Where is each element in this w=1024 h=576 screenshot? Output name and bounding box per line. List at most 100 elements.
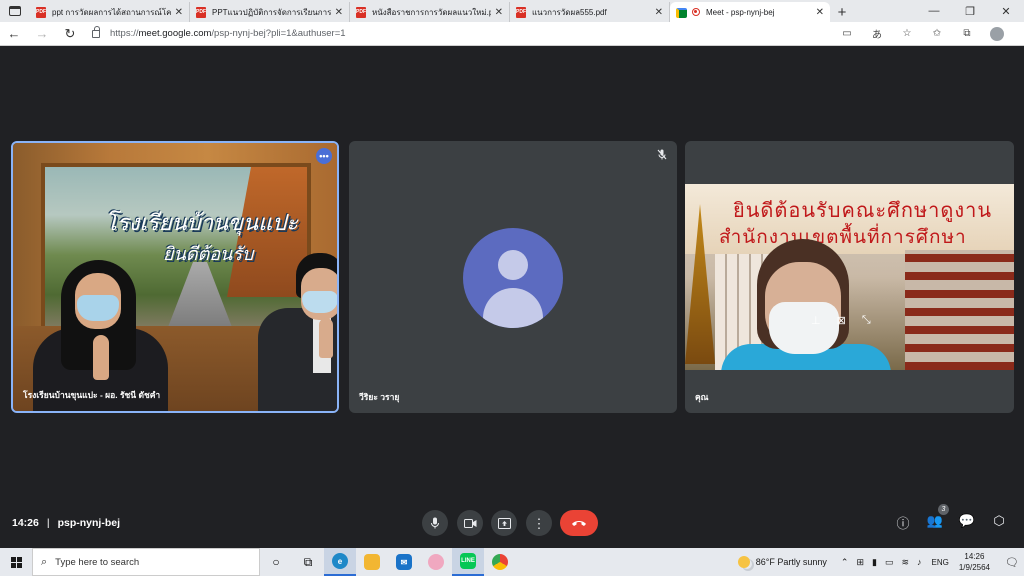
- browser-tab-active[interactable]: Meet - psp-nynj-bej ✕: [670, 2, 830, 22]
- participant-count-badge: 3: [938, 504, 949, 515]
- microphone-button[interactable]: [422, 510, 448, 536]
- close-icon[interactable]: ✕: [335, 7, 343, 18]
- avatar-shoulders: [483, 288, 543, 328]
- collections-icon[interactable]: ⧉: [952, 28, 982, 39]
- participant-tile[interactable]: วีริยะ วรายุ: [349, 141, 677, 413]
- volume-icon[interactable]: ♪: [917, 557, 922, 568]
- url-path: /psp-nynj-bej?pli=1&authuser=1: [211, 28, 346, 39]
- clock-time: 14:26: [964, 552, 985, 561]
- mail-logo: ✉: [396, 554, 412, 570]
- tab-title: แนวการวัดผล555.pdf: [532, 7, 607, 17]
- address-bar: ← → ↻ https://meet.google.com/psp-nynj-b…: [0, 22, 1024, 46]
- browser-tab[interactable]: PDF หนังสือราชการการวัดผลแนวใหม่.pdf ✕: [350, 2, 510, 22]
- avatar: [463, 228, 563, 328]
- participant-name: คุณ: [695, 392, 709, 402]
- mail-icon[interactable]: ✉: [388, 548, 420, 576]
- more-options-button[interactable]: ⋮: [526, 510, 552, 536]
- sign-text: ยินดีต้อนรับ: [163, 244, 254, 265]
- search-icon: ⌕: [41, 555, 48, 568]
- task-view-icon[interactable]: ⧉: [292, 548, 324, 576]
- browser-tab[interactable]: PDF PPTแนวปฏิบัติการจัดการเรียนการสอน ✕: [190, 2, 350, 22]
- close-window-icon[interactable]: ✕: [988, 0, 1024, 22]
- banner-text: สำนักงานเขตพื้นที่การศึกษา: [719, 226, 967, 248]
- sign-road: [165, 262, 235, 335]
- browser-tab[interactable]: PDF แนวการวัดผล555.pdf ✕: [510, 2, 670, 22]
- tab-title: หนังสือราชการการวัดผลแนวใหม่.pdf: [372, 7, 491, 17]
- translate-icon[interactable]: あ: [862, 26, 892, 41]
- wifi-icon[interactable]: ≋: [901, 557, 909, 568]
- lock-icon[interactable]: [92, 25, 100, 38]
- frame-icon[interactable]: ⊠: [837, 314, 846, 327]
- reload-icon[interactable]: ↻: [56, 22, 84, 46]
- tab-title: Meet - psp-nynj-bej: [706, 7, 775, 17]
- meeting-time: 14:26: [12, 517, 39, 529]
- line-app-icon[interactable]: LINE: [452, 548, 484, 576]
- cortana-icon[interactable]: ○: [260, 548, 292, 576]
- pin-icon[interactable]: ⊥: [811, 314, 821, 327]
- activities-icon[interactable]: ⬡: [990, 513, 1008, 532]
- meeting-details-icon[interactable]: ⓘ: [894, 513, 912, 532]
- close-icon[interactable]: ✕: [495, 7, 503, 18]
- battery-icon[interactable]: ▭: [885, 557, 894, 568]
- favorite-star-icon[interactable]: ☆: [892, 28, 922, 39]
- language-indicator[interactable]: ENG: [932, 558, 949, 567]
- taskbar-clock[interactable]: 14:26 1/9/2564: [959, 551, 990, 573]
- close-icon[interactable]: ✕: [816, 7, 824, 18]
- back-icon[interactable]: ←: [0, 22, 28, 46]
- browser-tab[interactable]: PDF ppt การวัดผลการได้สถานการณ์โควิด ✕: [30, 2, 190, 22]
- tab-actions-icon[interactable]: [0, 0, 30, 22]
- more-options-button[interactable]: •••: [316, 148, 332, 164]
- toolbar-actions: ▭ あ ☆ ✩ ⧉: [832, 26, 1004, 41]
- recording-icon: [692, 8, 700, 16]
- meeting-controls-bar: 14:26 | psp-nynj-bej ⋮ ⓘ 👥 3 💬 ⬡: [0, 502, 1024, 546]
- minimize-icon[interactable]: —: [916, 0, 952, 22]
- chrome-logo: [492, 554, 508, 570]
- search-placeholder: Type here to search: [55, 556, 140, 568]
- file-explorer-icon[interactable]: [356, 548, 388, 576]
- camera-button[interactable]: [457, 510, 483, 536]
- system-tray: 86°F Partly sunny ⌃ ⊞ ▮ ▭ ≋ ♪ ENG 14:26 …: [737, 548, 1024, 576]
- minimize-tile-icon[interactable]: ⤡: [862, 314, 871, 327]
- edge-browser-icon[interactable]: e: [324, 548, 356, 576]
- self-video: ยินดีต้อนรับคณะศึกษาดูงาน สำนักงานเขตพื้…: [685, 184, 1014, 370]
- close-icon[interactable]: ✕: [175, 7, 183, 18]
- camera-icon[interactable]: ▭: [832, 28, 862, 39]
- present-button[interactable]: [491, 510, 517, 536]
- profile-avatar[interactable]: [990, 26, 1004, 41]
- windows-start-icon[interactable]: [0, 548, 32, 576]
- paint-logo: [428, 554, 444, 570]
- close-icon[interactable]: ✕: [655, 7, 663, 18]
- participant-name: วีริยะ วรายุ: [359, 392, 400, 402]
- restore-icon[interactable]: ❐: [952, 0, 988, 22]
- building-shape: [905, 250, 1014, 370]
- avatar-head: [498, 250, 528, 280]
- participant-tile[interactable]: ยินดีต้อนรับคณะศึกษาดูงาน สำนักงานเขตพื้…: [685, 141, 1014, 413]
- microphone-tray-icon[interactable]: ▮: [872, 557, 877, 568]
- chevron-up-icon[interactable]: ⌃: [841, 557, 849, 568]
- url-host: meet.google.com: [138, 28, 212, 39]
- new-tab-button[interactable]: +: [830, 2, 854, 22]
- meeting-side-actions: ⓘ 👥 3 💬 ⬡: [894, 504, 1008, 532]
- face-mask: [302, 291, 337, 313]
- browser-tab-strip: PDF ppt การวัดผลการได้สถานการณ์โควิด ✕ P…: [0, 0, 1024, 22]
- notifications-icon[interactable]: 🗨: [1000, 556, 1024, 569]
- paint-icon[interactable]: [420, 548, 452, 576]
- url-field[interactable]: https://meet.google.com/psp-nynj-bej?pli…: [92, 25, 832, 39]
- participants-icon[interactable]: 👥 3: [926, 504, 949, 532]
- meeting-code: psp-nynj-bej: [57, 517, 121, 529]
- forward-icon[interactable]: →: [28, 22, 56, 46]
- network-icon[interactable]: ⊞: [856, 557, 864, 568]
- favorites-icon[interactable]: ✩: [922, 28, 952, 39]
- taskbar-search-input[interactable]: ⌕ Type here to search: [32, 548, 260, 576]
- video-camera-icon: [463, 518, 476, 528]
- pdf-icon: PDF: [356, 6, 366, 18]
- face-mask: [77, 295, 119, 321]
- present-screen-icon: [497, 517, 511, 529]
- participant-name: โรงเรียนบ้านขุนแปะ - ผอ. รัชนี ดัชคำ: [23, 390, 161, 400]
- chrome-icon[interactable]: [484, 548, 516, 576]
- chat-icon[interactable]: 💬: [958, 513, 976, 532]
- participant-tile[interactable]: โรงเรียนบ้านขุนแปะ ยินดีต้อนรับ ••• โรงเ…: [11, 141, 339, 413]
- person-hands: [93, 335, 109, 380]
- weather-widget[interactable]: 86°F Partly sunny: [737, 556, 827, 568]
- leave-call-button[interactable]: [560, 510, 598, 536]
